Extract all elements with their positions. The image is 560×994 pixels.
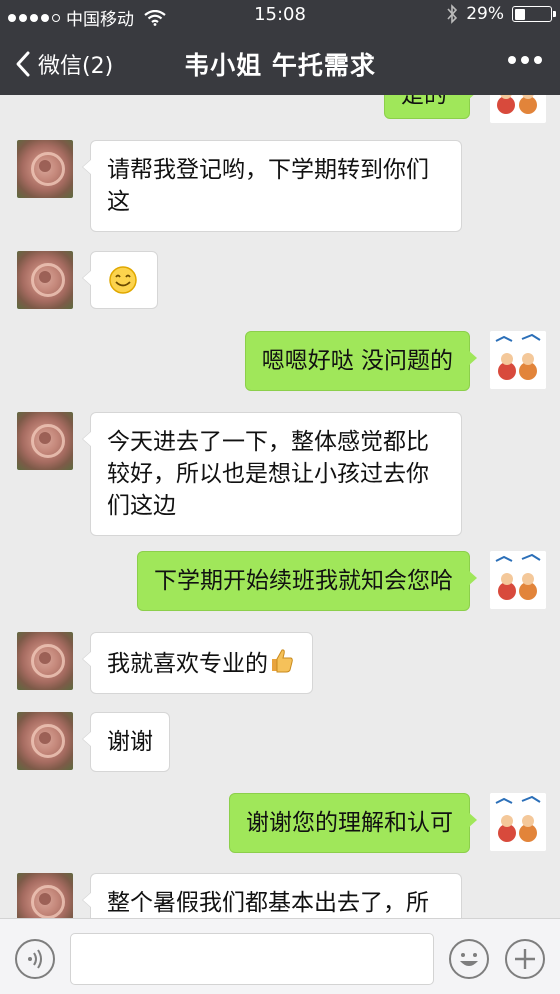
- message-bubble-incoming[interactable]: 请帮我登记哟，下学期转到你们这: [82, 140, 462, 232]
- contact-avatar[interactable]: [17, 632, 73, 690]
- message-text: 谢谢: [107, 729, 153, 755]
- battery-icon: [512, 6, 556, 22]
- message-text: 请帮我登记哟，下学期转到你们这: [107, 157, 429, 215]
- message-bubble-incoming[interactable]: 整个暑假我们都基本出去了，所: [82, 873, 462, 918]
- my-avatar[interactable]: [490, 331, 546, 389]
- message-text: 下学期开始续班我就知会您哈: [154, 568, 453, 594]
- contact-avatar[interactable]: [17, 140, 73, 198]
- message-bubble-outgoing[interactable]: 嗯嗯好哒 没问题的: [244, 331, 478, 391]
- status-bar: 中国移动 15:08 29%: [0, 0, 560, 30]
- message-bubble-outgoing[interactable]: 是的: [384, 95, 477, 119]
- plus-icon[interactable]: [505, 939, 545, 979]
- message-text: 整个暑假我们都基本出去了，所: [107, 890, 429, 916]
- message-text: 谢谢您的理解和认可: [246, 810, 453, 836]
- contact-avatar[interactable]: [17, 712, 73, 770]
- chat-area[interactable]: 是的 请帮我登记哟，下学期转到你们这 嗯嗯好哒 没问题的 今天进去了一下，整体感…: [0, 95, 560, 918]
- message-bubble-incoming[interactable]: 今天进去了一下，整体感觉都比较好，所以也是想让小孩过去你们这边: [82, 412, 462, 536]
- message-bubble-incoming[interactable]: 谢谢: [82, 712, 170, 772]
- contact-avatar[interactable]: [17, 873, 73, 918]
- message-input[interactable]: [70, 933, 434, 985]
- message-text: 我就喜欢专业的: [107, 651, 268, 677]
- smile-emoji-icon: [109, 266, 137, 294]
- thumbs-up-icon: [272, 649, 293, 673]
- more-icon[interactable]: [508, 56, 542, 64]
- message-bubble-incoming[interactable]: 我就喜欢专业的: [82, 632, 313, 694]
- my-avatar[interactable]: [490, 793, 546, 851]
- chat-title: 韦小姐 午托需求: [184, 51, 376, 80]
- message-text: 是的: [401, 95, 447, 108]
- input-bar: [0, 918, 560, 994]
- my-avatar[interactable]: [490, 95, 546, 123]
- contact-avatar[interactable]: [17, 412, 73, 470]
- message-bubble-outgoing[interactable]: 下学期开始续班我就知会您哈: [137, 551, 477, 611]
- nav-bar: 微信(2) 韦小姐 午托需求: [0, 38, 560, 88]
- message-bubble-incoming[interactable]: [82, 251, 158, 309]
- emoji-icon[interactable]: [449, 939, 489, 979]
- message-text: 嗯嗯好哒 没问题的: [261, 348, 453, 374]
- my-avatar[interactable]: [490, 551, 546, 609]
- header: 中国移动 15:08 29% 微信(2) 韦小姐 午托需求: [0, 0, 560, 95]
- battery-percent: 29%: [466, 4, 504, 24]
- voice-icon[interactable]: [15, 939, 55, 979]
- battery-fill: [514, 8, 525, 20]
- bluetooth-icon: [447, 4, 458, 24]
- contact-avatar[interactable]: [17, 251, 73, 309]
- message-text: 今天进去了一下，整体感觉都比较好，所以也是想让小孩过去你们这边: [107, 429, 429, 519]
- message-bubble-outgoing[interactable]: 谢谢您的理解和认可: [229, 793, 477, 853]
